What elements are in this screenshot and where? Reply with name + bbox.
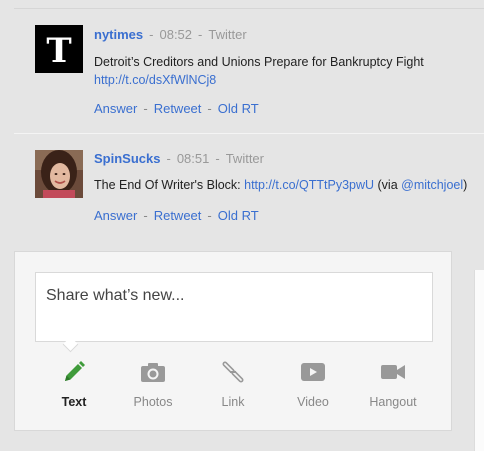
post-time[interactable]: 08:51 <box>177 151 210 166</box>
post-meta: SpinSucks -08:51- Twitter <box>94 151 264 166</box>
post-meta: nytimes -08:52- Twitter <box>94 27 247 42</box>
post-nytimes: T nytimes -08:52- Twitter Detroit’s Credit… <box>14 9 484 133</box>
avatar[interactable] <box>35 150 83 198</box>
avatar[interactable]: T <box>35 25 83 73</box>
share-placeholder: Share what’s new... <box>46 287 185 304</box>
tool-link[interactable]: Link <box>193 360 273 409</box>
tool-label: Hangout <box>369 395 417 409</box>
author-name[interactable]: nytimes <box>94 27 143 42</box>
old-rt-link[interactable]: Old RT <box>218 101 259 116</box>
post-text-part: (via <box>374 178 402 192</box>
nyt-logo-icon: T <box>35 25 83 73</box>
retweet-link[interactable]: Retweet <box>154 208 202 223</box>
retweet-link[interactable]: Retweet <box>154 101 202 116</box>
tool-video[interactable]: Video <box>273 360 353 409</box>
post-link[interactable]: http://t.co/QTTtPy3pwU <box>244 178 374 192</box>
tool-text[interactable]: Text <box>34 360 114 409</box>
post-link[interactable]: http://t.co/dsXfWlNCj8 <box>94 71 424 89</box>
post-source: Twitter <box>208 27 247 42</box>
video-camera-icon <box>381 365 405 379</box>
pencil-icon <box>65 361 85 381</box>
post-text-part: ) <box>463 178 468 192</box>
post-actions: Answer - Retweet - Old RT <box>94 101 259 116</box>
video-play-icon <box>301 363 325 381</box>
post-spinsucks: SpinSucks -08:51- Twitter The End Of Write… <box>14 134 484 234</box>
tool-photos[interactable]: Photos <box>113 360 193 409</box>
post-text-line: Detroit’s Creditors and Unions Prepare f… <box>94 55 424 69</box>
post-text: Detroit’s Creditors and Unions Prepare f… <box>94 53 424 89</box>
side-panel-edge <box>474 270 484 451</box>
answer-link[interactable]: Answer <box>94 208 137 223</box>
post-text: The End Of Writer's Block: http://t.co/Q… <box>94 176 467 194</box>
mention-link[interactable]: @mitchjoel <box>401 178 463 192</box>
post-text-part: The End Of Writer's Block: <box>94 178 245 192</box>
post-time[interactable]: 08:52 <box>159 27 192 42</box>
user-photo-icon <box>35 150 83 198</box>
post-source: Twitter <box>225 151 264 166</box>
tool-label: Photos <box>133 395 173 409</box>
tool-label: Link <box>221 395 245 409</box>
post-actions: Answer - Retweet - Old RT <box>94 208 259 223</box>
tool-label: Video <box>297 395 329 409</box>
share-box: Share what’s new... Text Photos Link Vid… <box>14 251 452 431</box>
author-name[interactable]: SpinSucks <box>94 151 160 166</box>
share-tools: Text Photos Link Video Hangout <box>15 360 453 420</box>
svg-text:T: T <box>46 31 71 71</box>
share-input[interactable]: Share what’s new... <box>35 272 433 342</box>
link-icon <box>222 361 244 383</box>
old-rt-link[interactable]: Old RT <box>218 208 259 223</box>
tool-hangout[interactable]: Hangout <box>353 360 433 409</box>
answer-link[interactable]: Answer <box>94 101 137 116</box>
tool-label: Text <box>61 395 87 409</box>
camera-icon <box>141 363 165 382</box>
